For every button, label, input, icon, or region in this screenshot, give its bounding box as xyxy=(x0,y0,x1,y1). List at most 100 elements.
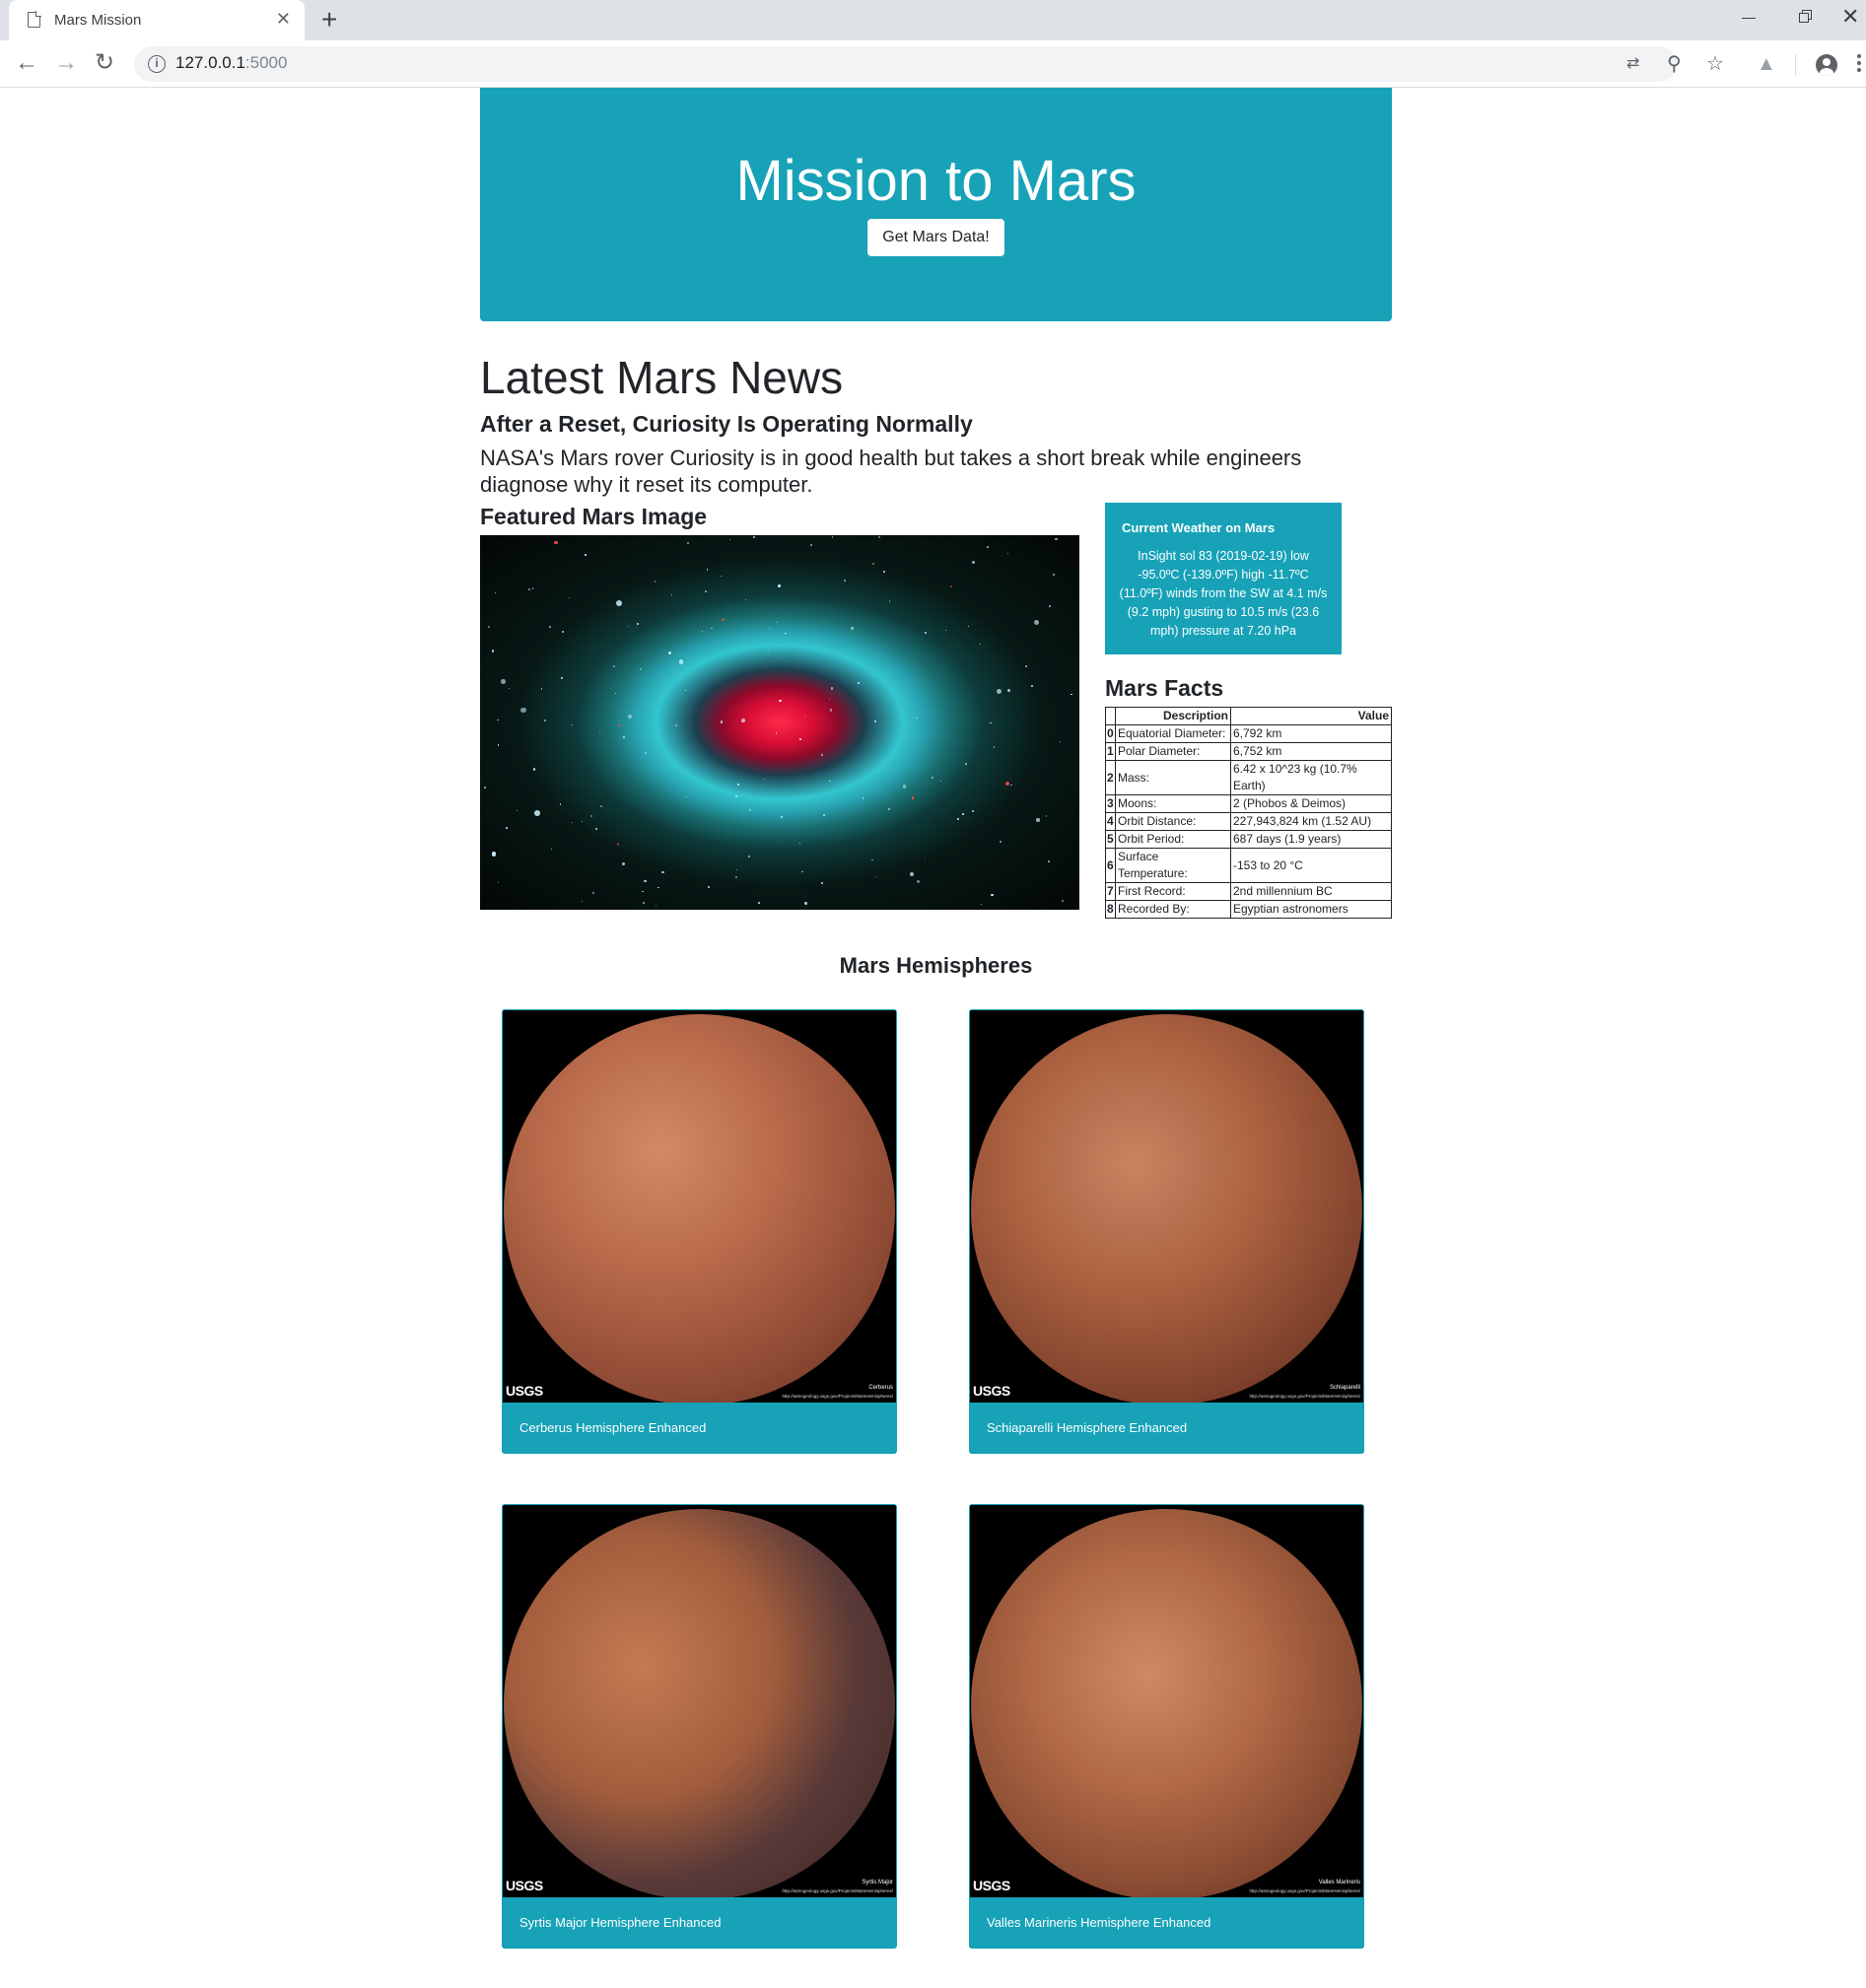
fact-index: 0 xyxy=(1105,724,1116,743)
close-tab-icon[interactable]: ✕ xyxy=(276,9,291,29)
star-dot xyxy=(809,544,812,546)
forward-icon[interactable]: → xyxy=(54,49,78,77)
star-dot xyxy=(779,699,782,703)
translate-icon[interactable]: ⇄ xyxy=(1626,52,1639,76)
hemisphere-card: USGS Syrtis Major http://astrogeology.usgs… xyxy=(502,1504,897,1949)
star-dot xyxy=(675,723,677,726)
browser-tab[interactable]: Mars Mission ✕ xyxy=(9,0,305,40)
drive-icon[interactable]: ▲ xyxy=(1757,52,1776,76)
star-dot xyxy=(851,627,854,630)
star-dot xyxy=(916,718,918,720)
hemisphere-image: USGS Schiaparelli http://astrogeology.usgs… xyxy=(970,1010,1363,1403)
star-dot xyxy=(889,600,891,602)
star-dot xyxy=(520,708,526,714)
star-dot xyxy=(642,891,644,893)
star-dot xyxy=(831,536,834,538)
weather-card: Current Weather on Mars InSight sol 83 (… xyxy=(1105,503,1342,654)
star-dot xyxy=(720,720,724,723)
star-dot xyxy=(862,797,864,799)
restore-icon[interactable] xyxy=(1799,10,1813,24)
star-dot xyxy=(957,818,959,820)
hemisphere-card: USGS Cerberus http://astrogeology.usgs.gov… xyxy=(502,1009,897,1454)
star-dot xyxy=(993,746,996,748)
star-dot xyxy=(735,876,738,879)
star-dot xyxy=(875,875,877,877)
star-dot xyxy=(962,813,964,815)
star-dot xyxy=(1009,784,1012,787)
news-heading: Latest Mars News xyxy=(480,352,844,403)
bookmark-star-icon[interactable]: ☆ xyxy=(1706,52,1724,76)
star-dot xyxy=(917,880,920,883)
star-dot xyxy=(617,723,620,726)
star-dot xyxy=(1070,693,1072,696)
page-icon xyxy=(28,11,41,28)
hemisphere-image: USGS Cerberus http://astrogeology.usgs.gov… xyxy=(503,1010,896,1403)
star-dot xyxy=(533,810,540,817)
star-dot xyxy=(516,809,518,811)
table-row: 4 Orbit Distance: 227,943,824 km (1.52 AU) xyxy=(1105,812,1392,831)
star-dot xyxy=(980,643,982,646)
mars-globe xyxy=(971,1509,1362,1897)
star-dot xyxy=(616,599,622,606)
hemisphere-card: USGS Schiaparelli http://astrogeology.usgs… xyxy=(969,1009,1364,1454)
star-dot xyxy=(598,730,601,732)
reload-icon[interactable]: ↻ xyxy=(95,49,114,77)
star-dot xyxy=(661,871,664,874)
star-dot xyxy=(548,625,551,628)
star-dot xyxy=(767,650,769,651)
profile-avatar-icon[interactable] xyxy=(1816,54,1837,76)
mars-globe xyxy=(504,1014,895,1403)
fact-description: Moons: xyxy=(1115,794,1231,813)
star-dot xyxy=(528,588,530,590)
star-dot xyxy=(763,778,766,780)
table-row: 8 Recorded By: Egyptian astronomers xyxy=(1105,900,1392,919)
star-dot xyxy=(747,855,751,858)
tab-title: Mars Mission xyxy=(54,12,142,29)
table-row: 5 Orbit Period: 687 days (1.9 years) xyxy=(1105,830,1392,849)
fact-index: 6 xyxy=(1105,848,1116,883)
back-icon[interactable]: ← xyxy=(15,49,38,77)
fact-description: Polar Diameter: xyxy=(1115,742,1231,761)
hemisphere-title: Cerberus Hemisphere Enhanced xyxy=(503,1403,896,1453)
star-dot xyxy=(571,723,573,726)
table-row: 0 Equatorial Diameter: 6,792 km xyxy=(1105,724,1392,743)
table-row: 3 Moons: 2 (Phobos & Deimos) xyxy=(1105,794,1392,813)
fact-value: Egyptian astronomers xyxy=(1230,900,1392,919)
hemisphere-card: USGS Valles Marineris http://astrogeology.… xyxy=(969,1504,1364,1949)
star-dot xyxy=(828,698,831,701)
info-icon[interactable]: i xyxy=(148,55,166,73)
fact-description: Mass: xyxy=(1115,760,1231,795)
star-dot xyxy=(888,808,890,810)
star-dot xyxy=(1007,552,1009,554)
address-bar[interactable]: i 127.0.0.1:5000 xyxy=(134,46,1677,82)
star-dot xyxy=(990,721,992,724)
star-dot xyxy=(685,795,687,797)
star-dot xyxy=(735,794,738,797)
minimize-icon[interactable] xyxy=(1742,18,1756,19)
star-dot xyxy=(871,858,873,861)
star-dot xyxy=(950,585,952,587)
fact-value: 6,752 km xyxy=(1230,742,1392,761)
star-dot xyxy=(717,640,719,642)
star-dot xyxy=(612,664,616,667)
zoom-icon[interactable]: ⚲ xyxy=(1667,52,1682,76)
star-dot xyxy=(637,622,640,625)
star-dot xyxy=(705,589,708,592)
star-dot xyxy=(711,627,713,630)
star-dot xyxy=(582,820,584,822)
star-dot xyxy=(646,716,648,718)
table-row: 2 Mass: 6.42 x 10^23 kg (10.7% Earth) xyxy=(1105,760,1392,795)
star-dot xyxy=(670,593,673,596)
more-menu-icon[interactable] xyxy=(1857,54,1861,75)
url-text[interactable]: 127.0.0.1:5000 xyxy=(175,53,287,73)
star-dot xyxy=(768,628,771,630)
new-tab-icon[interactable]: + xyxy=(321,6,337,34)
star-dot xyxy=(878,536,881,539)
fact-value: -153 to 20 °C xyxy=(1230,848,1392,883)
fact-index: 7 xyxy=(1105,882,1116,901)
window-close-icon[interactable]: ✕ xyxy=(1841,6,1859,28)
get-mars-data-button[interactable]: Get Mars Data! xyxy=(867,219,1004,256)
star-dot xyxy=(501,679,506,684)
image-source-link: http://astrogeology.usgs.gov/Projects/Ma… xyxy=(1249,1394,1360,1399)
star-dot xyxy=(1030,684,1033,687)
